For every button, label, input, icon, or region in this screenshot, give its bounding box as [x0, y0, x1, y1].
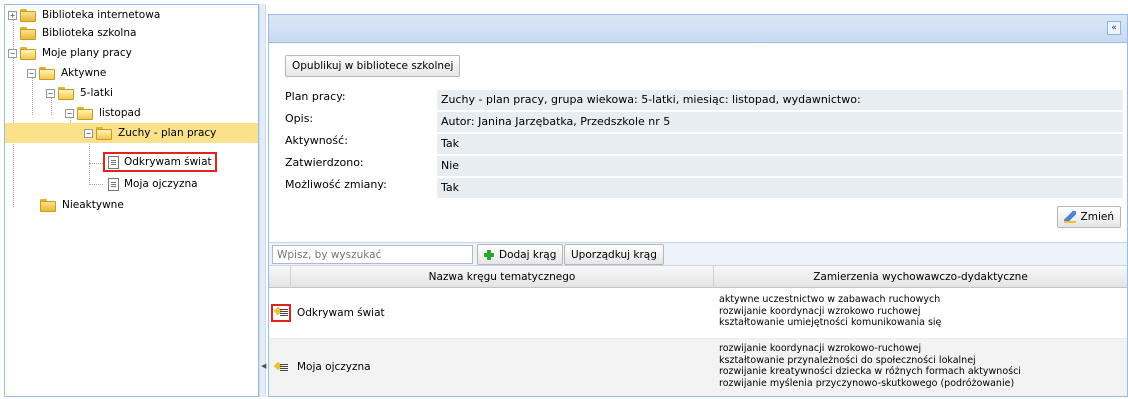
tree-node-label: Biblioteka internetowa	[42, 9, 161, 21]
highlight-box: Odkrywam świat	[103, 152, 217, 172]
tree-node-label: Moja ojczyzna	[124, 178, 198, 190]
tree-node-label: Aktywne	[61, 67, 107, 79]
collapse-icon[interactable]: −	[84, 128, 93, 138]
goal-item: kształtowanie przynależności do społeczn…	[719, 354, 976, 366]
collapse-icon[interactable]: −	[46, 88, 55, 98]
tree-node-biblioteka-internetowa[interactable]: + Biblioteka internetowa	[8, 5, 160, 25]
tree-node-5-latki[interactable]: − 5-latki	[46, 83, 113, 103]
editable-label: Możliwość zmiany:	[285, 178, 387, 191]
description-label: Opis:	[285, 112, 314, 125]
tree-node-label: Biblioteka szkolna	[42, 27, 137, 39]
collapse-icon[interactable]: −	[8, 48, 17, 58]
tree-node-label: listopad	[99, 107, 141, 119]
open-folder-icon	[96, 126, 114, 140]
plan-label: Plan pracy:	[285, 90, 346, 103]
sort-circles-button[interactable]: Uporządkuj krąg	[564, 244, 664, 265]
goal-item: rozwijanie kreatywności dziecka w różnyc…	[719, 366, 1021, 377]
collapse-left-icon[interactable]: ◀	[261, 362, 266, 370]
edit-button[interactable]: Zmień	[1056, 206, 1121, 228]
collapse-panel-icon[interactable]: «	[1107, 21, 1121, 35]
goal-item: rozwijanie koordynacji wzrokowo-ruchowej	[719, 343, 922, 354]
row-name: Moja ojczyzna	[297, 361, 371, 373]
tree-panel: + Biblioteka internetowa Biblioteka szko…	[4, 4, 259, 397]
plan-value: Zuchy - plan pracy, grupa wiekowa: 5-lat…	[437, 90, 1123, 110]
table-row[interactable]: Moja ojczyzna rozwijanie koordynacji wzr…	[269, 339, 1127, 396]
details-panel: « Opublikuj w bibliotece szkolnej Plan p…	[268, 14, 1128, 397]
tree-node-label: Nieaktywne	[62, 199, 124, 211]
open-folder-icon	[58, 86, 76, 100]
activity-label: Aktywność:	[285, 134, 348, 147]
document-icon	[108, 155, 119, 169]
approved-label: Zatwierdzono:	[285, 156, 364, 169]
tree-node-biblioteka-szkolna[interactable]: Biblioteka szkolna	[20, 23, 136, 43]
pencil-icon	[1063, 211, 1076, 223]
table-row[interactable]: Odkrywam świat aktywne uczestnictwo w za…	[269, 289, 1127, 339]
tree-node-label: Odkrywam świat	[124, 156, 212, 168]
document-icon	[108, 177, 119, 191]
tree-node-label: Zuchy - plan pracy	[118, 127, 217, 139]
tree-node-nieaktywne[interactable]: Nieaktywne	[40, 195, 124, 215]
folder-icon	[20, 26, 38, 40]
tree-node-odkrywam-swiat[interactable]: Odkrywam świat	[103, 152, 217, 172]
edit-button-label: Zmień	[1080, 211, 1114, 223]
tree-node-label: 5-latki	[80, 87, 113, 99]
grid-header: Nazwa kręgu tematycznego Zamierzenia wyc…	[269, 266, 1127, 288]
goal-item: rozwijanie koordynacji wzrokowo ruchowej	[719, 305, 921, 317]
tree-node-aktywne[interactable]: − Aktywne	[27, 63, 106, 83]
open-folder-icon	[20, 46, 38, 60]
goal-item: rozwijanie myślenia przyczynowo-skutkowe…	[719, 377, 1015, 389]
plus-icon	[484, 249, 494, 260]
tree-node-listopad[interactable]: − listopad	[65, 103, 141, 123]
open-folder-icon	[77, 106, 95, 120]
grid-toolbar: Dodaj krąg Uporządkuj krąg	[269, 242, 1127, 266]
tree-node-zuchy-plan-pracy[interactable]: − Zuchy - plan pracy	[5, 123, 258, 143]
column-header-goals[interactable]: Zamierzenia wychowawczo-dydaktyczne	[714, 266, 1127, 288]
goal-item: kształtowanie umiejętności komunikowania…	[719, 317, 942, 328]
open-folder-icon	[39, 66, 57, 80]
tree-connector	[89, 184, 103, 185]
publish-button[interactable]: Opublikuj w bibliotece szkolnej	[285, 55, 461, 77]
collapse-icon[interactable]: −	[27, 68, 36, 78]
folder-icon	[40, 198, 58, 212]
tree-connector	[89, 163, 103, 164]
row-name: Odkrywam świat	[297, 307, 385, 319]
editable-value: Tak	[437, 178, 1123, 198]
collapse-icon[interactable]: −	[65, 108, 74, 118]
edit-topic-icon[interactable]	[271, 304, 291, 322]
add-circle-label: Dodaj krąg	[499, 248, 557, 261]
row-goals: aktywne uczestnictwo w zabawach ruchowyc…	[719, 294, 941, 329]
icon-column-header	[269, 266, 291, 288]
tree-node-label: Moje plany pracy	[42, 47, 132, 59]
search-input[interactable]	[272, 245, 473, 264]
folder-icon	[20, 8, 38, 22]
activity-value: Tak	[437, 134, 1123, 154]
tree-node-moja-ojczyzna[interactable]: Moja ojczyzna	[108, 174, 198, 194]
column-header-name[interactable]: Nazwa kręgu tematycznego	[291, 266, 714, 288]
panel-splitter[interactable]: ◀	[259, 4, 266, 397]
panel-header: «	[269, 15, 1127, 43]
description-value: Autor: Janina Jarzębatka, Przedszkole nr…	[437, 112, 1123, 132]
expand-icon[interactable]: +	[8, 10, 17, 20]
row-goals: rozwijanie koordynacji wzrokowo-ruchowej…	[719, 343, 1021, 389]
approved-value: Nie	[437, 156, 1123, 176]
goal-item: aktywne uczestnictwo w zabawach ruchowyc…	[719, 294, 941, 305]
tree-node-moje-plany-pracy[interactable]: − Moje plany pracy	[8, 43, 132, 63]
add-circle-button[interactable]: Dodaj krąg	[477, 244, 564, 265]
edit-topic-icon[interactable]	[273, 361, 289, 375]
